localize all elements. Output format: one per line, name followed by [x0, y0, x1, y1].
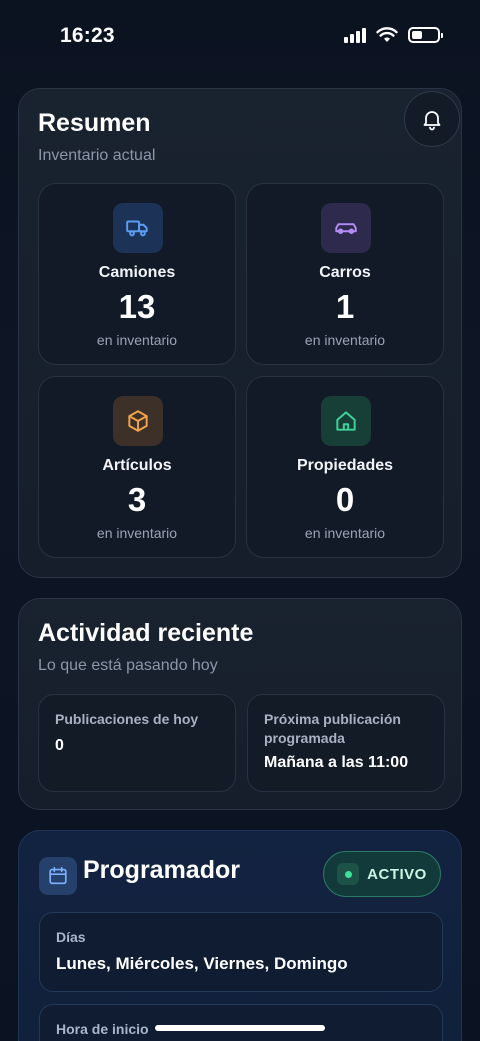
battery-icon	[408, 27, 443, 43]
tile-count: 1	[335, 288, 355, 325]
house-icon	[321, 396, 371, 446]
tile-sub: en inventario	[304, 525, 386, 541]
tile-carros[interactable]: Carros 1 en inventario	[246, 183, 444, 365]
resumen-subtitle: Inventario actual	[38, 147, 156, 164]
tile-sub: en inventario	[96, 332, 178, 348]
tile-label: Artículos	[102, 457, 172, 474]
actividad-title: Actividad reciente	[38, 619, 254, 647]
status-bar: 16:23	[0, 0, 480, 70]
mini-label: Próxima publicación programada	[264, 711, 401, 746]
notifications-button[interactable]	[404, 91, 460, 147]
tile-label: Propiedades	[296, 457, 394, 474]
dias-row[interactable]: Días Lunes, Miércoles, Viernes, Domingo	[39, 912, 443, 992]
truck-icon	[113, 203, 163, 253]
publicaciones-hoy-card[interactable]: Publicaciones de hoy 0	[38, 694, 236, 792]
tile-label: Carros	[319, 264, 371, 281]
resumen-card: Resumen Inventario actual Camiones 13 en…	[18, 88, 462, 578]
box-icon	[113, 396, 163, 446]
status-icons	[344, 27, 443, 43]
actividad-card: Actividad reciente Lo que está pasando h…	[18, 598, 462, 810]
mini-value: 0	[55, 737, 64, 754]
programador-title: Programador	[83, 856, 240, 884]
hora-inicio-row[interactable]: Hora de inicio	[39, 1004, 443, 1041]
tile-propiedades[interactable]: Propiedades 0 en inventario	[246, 376, 444, 558]
calendar-icon	[39, 857, 77, 895]
wifi-icon	[376, 27, 398, 42]
proxima-publicacion-card[interactable]: Próxima publicación programada Mañana a …	[247, 694, 445, 792]
tile-sub: en inventario	[96, 525, 178, 541]
tile-count: 13	[118, 288, 156, 325]
mini-label: Publicaciones de hoy	[55, 711, 199, 727]
mini-value: Mañana a las 11:00	[264, 754, 409, 771]
home-indicator[interactable]	[155, 1025, 325, 1031]
row-label: Días	[56, 929, 86, 945]
resumen-title: Resumen	[38, 109, 151, 137]
tile-count: 3	[127, 481, 147, 518]
cellular-signal-icon	[344, 27, 366, 43]
tile-count: 0	[335, 481, 355, 518]
tile-articulos[interactable]: Artículos 3 en inventario	[38, 376, 236, 558]
tile-label: Camiones	[98, 264, 176, 281]
tile-camiones[interactable]: Camiones 13 en inventario	[38, 183, 236, 365]
row-value: Lunes, Miércoles, Viernes, Domingo	[56, 954, 348, 973]
status-dot-icon	[337, 863, 360, 885]
programador-card: Programador ACTIVO Días Lunes, Miércoles…	[18, 830, 462, 1041]
status-badge-label: ACTIVO	[367, 865, 427, 883]
tile-sub: en inventario	[304, 332, 386, 348]
actividad-subtitle: Lo que está pasando hoy	[38, 657, 218, 674]
status-time: 16:23	[60, 24, 115, 47]
status-badge[interactable]: ACTIVO	[323, 851, 441, 897]
bell-icon	[423, 111, 441, 131]
car-icon	[321, 203, 371, 253]
